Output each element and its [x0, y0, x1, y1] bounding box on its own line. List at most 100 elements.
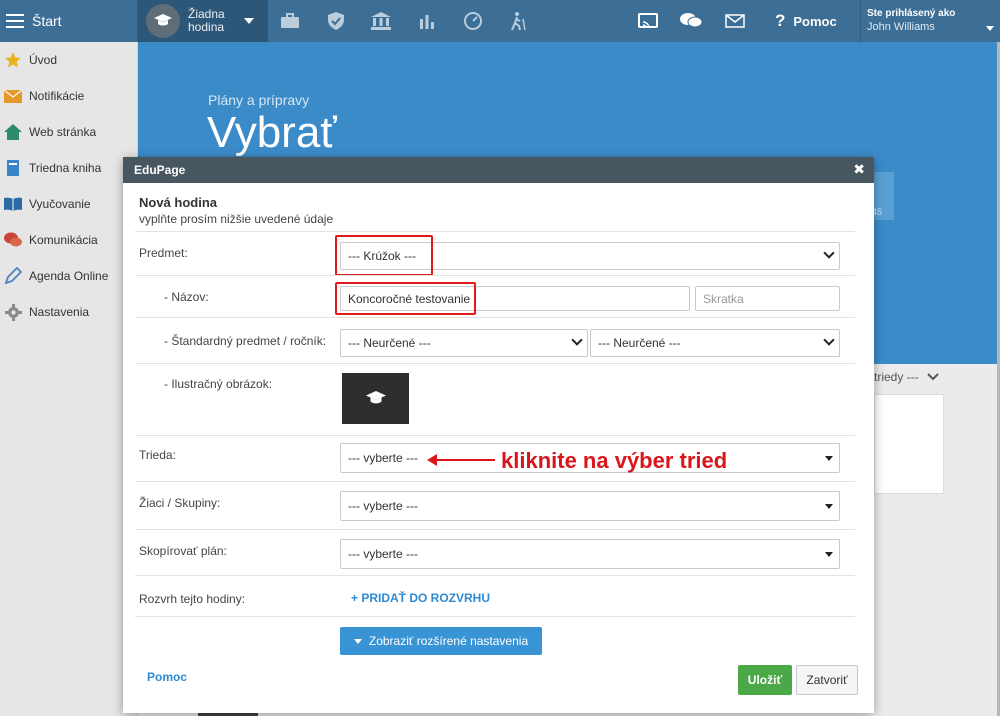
- class-filter-select[interactable]: triedy ---: [874, 370, 939, 384]
- close-icon[interactable]: ✖: [853, 161, 865, 178]
- close-button[interactable]: Zatvoriť: [796, 665, 858, 695]
- sidebar-item-label: Úvod: [29, 53, 58, 67]
- kopirovat-label: Skopírovať plán:: [139, 544, 227, 558]
- sidebar-item-nastavenia[interactable]: Nastavenia: [0, 294, 137, 330]
- chevron-down-icon: [926, 373, 939, 381]
- obrazok-label: - Ilustračný obrázok:: [164, 377, 273, 391]
- sidebar-item-label: Web stránka: [29, 125, 97, 139]
- illustration-image[interactable]: [342, 373, 409, 424]
- gear-icon: [4, 303, 22, 321]
- sidebar-item-triedna-kniha[interactable]: Triedna kniha: [0, 150, 137, 186]
- top-bar: Štart Žiadna hodina ? Pomoc Ste prihláse…: [0, 0, 1000, 42]
- ziaci-value: --- vyberte ---: [348, 499, 418, 513]
- shield-icon[interactable]: [325, 10, 347, 32]
- sidebar-item-label: Triedna kniha: [29, 161, 102, 175]
- chat-icon[interactable]: [680, 10, 702, 32]
- dialog-header-title: EduPage: [134, 163, 186, 177]
- help-label: Pomoc: [793, 13, 837, 29]
- nazov-label: - Názov:: [164, 290, 209, 304]
- page-title: Vybrať: [207, 108, 337, 157]
- lesson-label: Žiadna hodina: [188, 7, 225, 34]
- mail-icon[interactable]: [724, 10, 746, 32]
- highlight-box: [335, 235, 433, 276]
- grade-value: --- Neurčené ---: [598, 336, 681, 350]
- skratka-placeholder: Skratka: [703, 291, 744, 306]
- chevron-down-icon: [986, 26, 994, 31]
- sidebar-item-notifikacie[interactable]: Notifikácie: [0, 78, 137, 114]
- home-icon: [4, 123, 22, 141]
- caret-down-icon: [825, 456, 833, 461]
- caret-down-icon: [353, 638, 362, 644]
- grade-select[interactable]: --- Neurčené ---: [590, 329, 840, 357]
- hamburger-icon: [6, 14, 24, 28]
- book-icon: [4, 159, 22, 177]
- help-link[interactable]: Pomoc: [147, 670, 187, 684]
- user-caption: Ste prihlásený ako: [867, 8, 956, 19]
- standard-subject-value: --- Neurčené ---: [348, 336, 431, 350]
- question-icon: ?: [775, 11, 786, 30]
- standard-label: - Štandardný predmet / ročník:: [164, 334, 327, 348]
- sidebar-item-label: Notifikácie: [29, 89, 85, 103]
- ziaci-select[interactable]: --- vyberte ---: [340, 491, 840, 521]
- start-menu-button[interactable]: Štart: [0, 0, 138, 42]
- sidebar-item-agenda-online[interactable]: Agenda Online: [0, 258, 137, 294]
- help-button[interactable]: ? Pomoc: [775, 0, 837, 42]
- chevron-down-icon: [823, 334, 835, 346]
- sidebar-item-label: Komunikácia: [29, 233, 98, 247]
- chevron-down-icon: [823, 247, 835, 259]
- trieda-label: Trieda:: [139, 448, 176, 462]
- sidebar-item-label: Nastavenia: [29, 305, 90, 319]
- kopirovat-select[interactable]: --- vyberte ---: [340, 539, 840, 569]
- lesson-selector[interactable]: Žiadna hodina: [138, 0, 268, 42]
- caret-down-icon: [825, 552, 833, 557]
- trieda-value: --- vyberte ---: [348, 451, 418, 465]
- sidebar-item-uvod[interactable]: Úvod: [0, 42, 137, 78]
- sidebar-item-web-stranka[interactable]: Web stránka: [0, 114, 137, 150]
- envelope-icon: [4, 87, 22, 105]
- sidebar: Úvod Notifikácie Web stránka Triedna kni…: [0, 42, 138, 716]
- start-label: Štart: [32, 13, 62, 29]
- speedometer-icon[interactable]: [462, 10, 484, 32]
- hiking-icon[interactable]: [507, 10, 529, 32]
- add-to-timetable-link[interactable]: + PRIDAŤ DO ROZVRHU: [351, 591, 490, 605]
- user-name: John Williams: [867, 21, 935, 33]
- save-button[interactable]: Uložiť: [738, 665, 792, 695]
- caret-down-icon: [825, 504, 833, 509]
- user-menu[interactable]: Ste prihlásený ako John Williams: [860, 0, 1000, 42]
- sidebar-item-vyucovanie[interactable]: Vyučovanie: [0, 186, 137, 222]
- graduation-cap-icon: [365, 391, 386, 404]
- annotation-arrow: [435, 459, 495, 461]
- bar-chart-icon[interactable]: [416, 10, 438, 32]
- advanced-button-label: Zobraziť rozšírené nastavenia: [368, 634, 529, 648]
- form-row-obrazok: [135, 363, 855, 435]
- dialog-header: EduPage ✖: [123, 157, 874, 183]
- sidebar-item-komunikacia[interactable]: Komunikácia: [0, 222, 137, 258]
- ziaci-label: Žiaci / Skupiny:: [139, 496, 221, 510]
- chat-icon: [4, 231, 22, 249]
- highlight-box: [335, 282, 476, 315]
- dialog-subtitle: vyplňte prosím nižšie uvedené údaje: [139, 212, 334, 226]
- skratka-input[interactable]: Skratka: [695, 286, 840, 311]
- background-card: [874, 394, 944, 494]
- rozvrh-label: Rozvrh tejto hodiny:: [139, 592, 246, 606]
- sidebar-item-label: Agenda Online: [29, 269, 109, 283]
- chevron-down-icon: [571, 334, 583, 346]
- chevron-down-icon: [244, 18, 254, 24]
- new-lesson-dialog: EduPage ✖ Nová hodina vyplňte prosím niž…: [123, 157, 874, 713]
- dialog-title: Nová hodina: [139, 195, 218, 210]
- star-icon: [4, 51, 22, 69]
- sidebar-item-label: Vyučovanie: [29, 197, 91, 211]
- cast-screen-icon[interactable]: [637, 10, 659, 32]
- briefcase-icon[interactable]: [279, 10, 301, 32]
- show-advanced-settings-button[interactable]: Zobraziť rozšírené nastavenia: [340, 627, 542, 655]
- pen-icon: [4, 267, 22, 285]
- predmet-label: Predmet:: [139, 246, 188, 260]
- institution-icon[interactable]: [370, 10, 392, 32]
- kopirovat-value: --- vyberte ---: [348, 547, 418, 561]
- class-filter-label: triedy ---: [874, 370, 919, 384]
- breadcrumb: Plány a prípravy: [208, 92, 310, 108]
- open-book-icon: [4, 195, 22, 213]
- standard-subject-select[interactable]: --- Neurčené ---: [340, 329, 588, 357]
- annotation-text: kliknite na výber tried: [501, 448, 728, 473]
- graduation-cap-icon: [146, 4, 180, 38]
